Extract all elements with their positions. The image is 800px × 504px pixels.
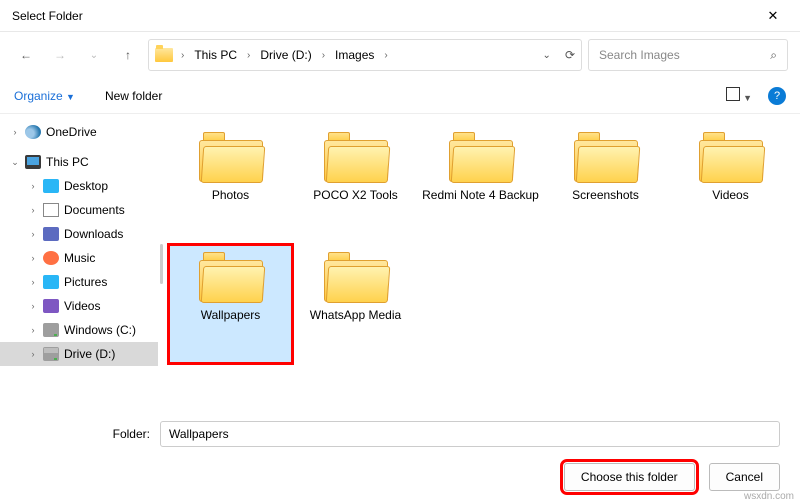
tree-onedrive[interactable]: ›OneDrive <box>0 120 158 144</box>
drive-icon <box>43 323 59 337</box>
organize-menu[interactable]: Organize ▼ <box>14 89 75 103</box>
chevron-right-icon: › <box>245 50 252 61</box>
forward-button[interactable]: → <box>46 41 74 69</box>
tree-downloads[interactable]: ›Downloads <box>0 222 158 246</box>
music-icon <box>43 251 59 265</box>
choose-folder-button[interactable]: Choose this folder <box>564 463 695 491</box>
folder-wallpapers[interactable]: Wallpapers <box>168 244 293 364</box>
documents-icon <box>43 203 59 217</box>
folder-poco[interactable]: POCO X2 Tools <box>293 124 418 244</box>
recent-dropdown[interactable]: ⌄ <box>80 41 108 69</box>
title-bar: Select Folder ✕ <box>0 0 800 32</box>
watermark: wsxdn.com <box>744 491 794 502</box>
search-icon: ⌕ <box>770 48 777 63</box>
chevron-right-icon: › <box>179 50 186 61</box>
dialog-buttons: Choose this folder Cancel <box>0 454 800 500</box>
folder-videos[interactable]: Videos <box>668 124 793 244</box>
up-button[interactable]: ↑ <box>114 41 142 69</box>
pictures-icon <box>43 275 59 289</box>
tree-documents[interactable]: ›Documents <box>0 198 158 222</box>
folder-redmi[interactable]: Redmi Note 4 Backup <box>418 124 543 244</box>
new-folder-button[interactable]: New folder <box>105 89 162 103</box>
help-button[interactable]: ? <box>768 87 786 105</box>
downloads-icon <box>43 227 59 241</box>
window-title: Select Folder <box>12 9 750 23</box>
folder-label: Folder: <box>100 427 150 441</box>
folder-view[interactable]: Photos POCO X2 Tools Redmi Note 4 Backup… <box>164 114 800 414</box>
tree-thispc[interactable]: ⌄This PC <box>0 150 158 174</box>
folder-icon <box>155 48 173 62</box>
tree-ddrive[interactable]: ›Drive (D:) <box>0 342 158 366</box>
navigation-tree: ›OneDrive ⌄This PC ›Desktop ›Documents ›… <box>0 114 158 414</box>
nav-bar: ← → ⌄ ↑ › This PC › Drive (D:) › Images … <box>0 32 800 78</box>
crumb-thispc[interactable]: This PC <box>192 48 239 62</box>
close-button[interactable]: ✕ <box>750 1 796 31</box>
command-bar: Organize ▼ New folder ▼ ? <box>0 78 800 114</box>
tree-desktop[interactable]: ›Desktop <box>0 174 158 198</box>
refresh-icon[interactable]: ⟳ <box>565 48 575 62</box>
folder-name-row: Folder: <box>0 414 800 454</box>
search-placeholder: Search Images <box>599 48 680 62</box>
view-options[interactable]: ▼ <box>726 87 752 104</box>
folder-input[interactable] <box>160 421 780 447</box>
crumb-drive[interactable]: Drive (D:) <box>258 48 313 62</box>
tree-videos[interactable]: ›Videos <box>0 294 158 318</box>
cancel-button[interactable]: Cancel <box>709 463 780 491</box>
tree-music[interactable]: ›Music <box>0 246 158 270</box>
history-dropdown-icon[interactable]: ⌄ <box>543 50 551 61</box>
desktop-icon <box>43 179 59 193</box>
search-box[interactable]: Search Images ⌕ <box>588 39 788 71</box>
pc-icon <box>25 155 41 169</box>
drive-icon <box>43 347 59 361</box>
chevron-right-icon: › <box>320 50 327 61</box>
cloud-icon <box>25 125 41 139</box>
back-button[interactable]: ← <box>12 41 40 69</box>
tree-cdrive[interactable]: ›Windows (C:) <box>0 318 158 342</box>
folder-screenshots[interactable]: Screenshots <box>543 124 668 244</box>
address-bar[interactable]: › This PC › Drive (D:) › Images › ⌄ ⟳ <box>148 39 582 71</box>
folder-whatsapp[interactable]: WhatsApp Media <box>293 244 418 364</box>
tree-pictures[interactable]: ›Pictures <box>0 270 158 294</box>
crumb-images[interactable]: Images <box>333 48 376 62</box>
folder-photos[interactable]: Photos <box>168 124 293 244</box>
chevron-right-icon: › <box>382 50 389 61</box>
videos-icon <box>43 299 59 313</box>
